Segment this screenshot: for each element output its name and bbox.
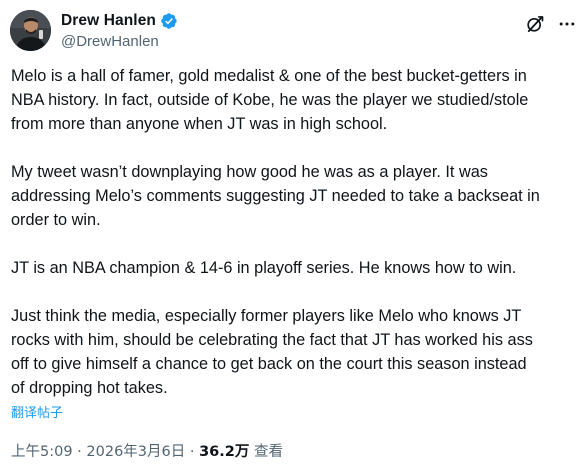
tweet-line: Just think the media, especially former … <box>11 307 522 325</box>
meta-separator: · <box>185 444 200 460</box>
translate-post-link[interactable]: 翻译帖子 <box>11 402 63 421</box>
avatar[interactable] <box>10 10 51 51</box>
tweet-paragraph: Melo is a hall of famer, gold medalist &… <box>11 64 579 136</box>
tweet-line: order to win. <box>11 211 101 229</box>
tweet-paragraph: JT is an NBA champion & 14-6 in playoff … <box>11 256 579 280</box>
tweet-paragraph: Just think the media, especially former … <box>11 304 579 400</box>
name-row: Drew Hanlen <box>61 11 178 31</box>
author-display-name[interactable]: Drew Hanlen <box>61 12 156 30</box>
grok-icon[interactable] <box>525 14 545 34</box>
tweet-meta: 上午5:09 · 2026年3月6日 · 36.2万 查看 <box>11 440 283 461</box>
meta-separator: · <box>72 444 87 460</box>
tweet-line: from more than anyone when JT was in hig… <box>11 115 388 133</box>
tweet-line: Melo is a hall of famer, gold medalist &… <box>11 67 527 85</box>
more-horizontal-icon[interactable] <box>557 14 577 34</box>
tweet-line: NBA history. In fact, outside of Kobe, h… <box>11 91 529 109</box>
tweet-line: off to give himself a chance to get back… <box>11 355 527 373</box>
tweet-line: JT is an NBA champion & 14-6 in playoff … <box>11 259 517 277</box>
author-block: Drew Hanlen @DrewHanlen <box>61 11 178 50</box>
views-label: 查看 <box>249 444 283 460</box>
tweet-line: addressing Melo’s comments suggesting JT… <box>11 187 540 205</box>
tweet-text: Melo is a hall of famer, gold medalist &… <box>11 64 579 400</box>
verified-badge-icon[interactable] <box>160 12 178 30</box>
views-count[interactable]: 36.2万 <box>199 444 249 460</box>
tweet-line: of dropping hot takes. <box>11 379 168 397</box>
tweet-header: Drew Hanlen @DrewHanlen <box>10 10 577 54</box>
tweet-line: rocks with him, should be celebrating th… <box>11 331 533 349</box>
avatar-image <box>10 10 51 51</box>
header-actions <box>525 14 577 34</box>
post-date[interactable]: 2026年3月6日 <box>86 444 185 460</box>
tweet-paragraph: My tweet wasn’t downplaying how good he … <box>11 160 579 232</box>
author-handle[interactable]: @DrewHanlen <box>61 33 178 50</box>
tweet-line: My tweet wasn’t downplaying how good he … <box>11 163 488 181</box>
post-time[interactable]: 上午5:09 <box>11 444 73 460</box>
